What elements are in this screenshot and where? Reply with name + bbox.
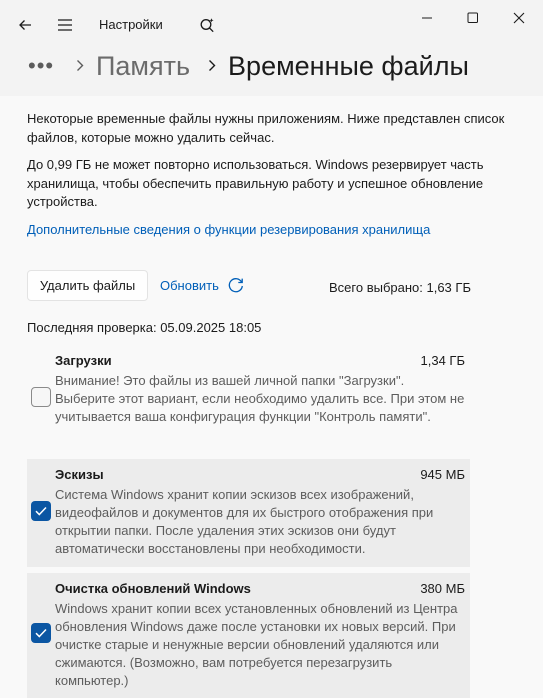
content-area: Некоторые временные файлы нужны приложен… xyxy=(0,96,543,698)
last-check-text: Последняя проверка: 05.09.2025 18:05 xyxy=(27,320,262,335)
app-title: Настройки xyxy=(99,17,163,32)
list-item[interactable]: Эскизы 945 МБ Система Windows хранит коп… xyxy=(27,459,470,567)
item-title: Эскизы xyxy=(55,467,104,482)
title-bar: Настройки xyxy=(0,0,543,48)
checkmark-icon xyxy=(35,506,47,516)
item-title: Загрузки xyxy=(55,353,112,368)
chevron-right-icon xyxy=(208,56,216,77)
checkmark-icon xyxy=(35,628,47,638)
item-description: Система Windows хранит копии эскизов все… xyxy=(55,487,434,556)
refresh-label: Обновить xyxy=(160,277,219,293)
refresh-icon xyxy=(227,276,245,294)
item-size: 945 МБ xyxy=(420,467,465,482)
item-description: Windows хранит копии всех установленных … xyxy=(55,601,458,688)
item-description: Внимание! Это файлы из вашей личной папк… xyxy=(55,373,465,424)
page-title: Временные файлы xyxy=(228,50,469,81)
item-size: 380 МБ xyxy=(420,581,465,596)
item-size: 1,34 ГБ xyxy=(420,353,465,368)
total-selected: Всего выбрано: 1,63 ГБ xyxy=(329,280,471,295)
checkbox[interactable] xyxy=(31,387,51,407)
search-sparkle-icon[interactable] xyxy=(194,12,220,38)
minimize-icon[interactable] xyxy=(406,4,450,32)
breadcrumb-overflow-button[interactable]: ••• xyxy=(28,53,58,79)
chevron-right-icon xyxy=(76,56,84,77)
list-item[interactable]: Очистка обновлений Windows 380 МБ Window… xyxy=(27,573,470,698)
delete-files-button[interactable]: Удалить файлы xyxy=(27,270,148,301)
item-title: Очистка обновлений Windows xyxy=(55,581,251,596)
breadcrumb-parent[interactable]: Память xyxy=(96,51,190,82)
intro-text: Некоторые временные файлы нужны приложен… xyxy=(27,111,505,145)
reserve-info-link[interactable]: Дополнительные сведения о функции резерв… xyxy=(27,222,430,237)
refresh-button[interactable]: Обновить xyxy=(160,276,245,294)
close-icon[interactable] xyxy=(497,4,541,32)
back-arrow-icon[interactable] xyxy=(12,12,38,38)
hamburger-menu-icon[interactable] xyxy=(52,12,78,38)
reserve-note: До 0,99 ГБ не может повторно использоват… xyxy=(27,157,484,209)
maximize-icon[interactable] xyxy=(451,4,495,32)
list-item[interactable]: Загрузки 1,34 ГБ Внимание! Это файлы из … xyxy=(27,345,470,451)
checkbox-checked[interactable] xyxy=(31,501,51,521)
breadcrumb: ••• Память Временные файлы xyxy=(28,48,469,84)
checkbox-checked[interactable] xyxy=(31,623,51,643)
